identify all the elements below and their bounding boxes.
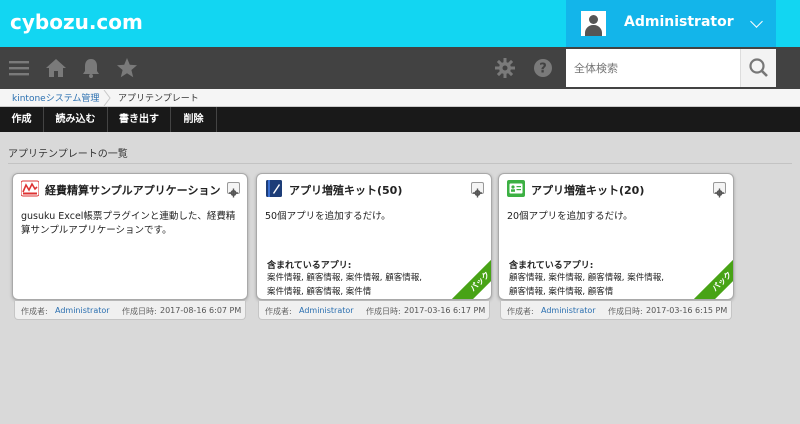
gear-icon bbox=[715, 188, 724, 198]
pack-ribbon: パック bbox=[693, 259, 733, 299]
cybozu-logo[interactable]: cybozu.com bbox=[10, 10, 143, 34]
header-right-strip bbox=[776, 0, 800, 47]
gear-icon[interactable] bbox=[494, 57, 516, 79]
menu-icon[interactable] bbox=[8, 57, 30, 79]
section-title: アプリテンプレートの一覧 bbox=[8, 149, 128, 160]
author-link[interactable]: Administrator bbox=[55, 306, 110, 315]
card-description: 20個アプリを追加するだけ。 bbox=[507, 211, 633, 222]
card-settings-button[interactable] bbox=[713, 182, 726, 198]
card-title[interactable]: アプリ増殖キット(20) bbox=[531, 182, 644, 198]
expense-app-icon bbox=[21, 180, 39, 197]
pack-label: パック bbox=[693, 259, 733, 299]
export-button[interactable]: 書き出す bbox=[108, 107, 171, 132]
card-footer: 作成者: Administrator 作成日時: 2017-03-16 6:15… bbox=[500, 301, 732, 320]
included-apps-list: 案件情報, 顧客情報, 案件情報, 顧客情報, 案件情報, 顧客情報, 案件情 bbox=[267, 273, 422, 297]
card-settings-button[interactable] bbox=[227, 182, 240, 198]
gear-icon bbox=[473, 188, 482, 198]
action-toolbar: 作成 読み込む 書き出す 削除 bbox=[0, 107, 800, 132]
card-description: 50個アプリを追加するだけ。 bbox=[265, 211, 391, 222]
template-card[interactable]: アプリ増殖キット(50) 50個アプリを追加するだけ。 含まれているアプリ: 案… bbox=[256, 173, 492, 300]
author-link[interactable]: Administrator bbox=[299, 306, 354, 315]
template-card[interactable]: アプリ増殖キット(20) 20個アプリを追加するだけ。 含まれているアプリ: 顧… bbox=[498, 173, 734, 300]
search-icon bbox=[749, 58, 768, 77]
global-search bbox=[566, 49, 776, 87]
help-icon[interactable]: ? bbox=[532, 57, 554, 79]
author-link[interactable]: Administrator bbox=[541, 306, 596, 315]
chevron-down-icon bbox=[750, 15, 763, 28]
date-label: 作成日時: bbox=[608, 307, 643, 316]
created-date: 2017-03-16 6:17 PM bbox=[404, 306, 486, 315]
search-input[interactable] bbox=[566, 49, 740, 87]
author-label: 作成者: bbox=[265, 307, 292, 316]
user-name: Administrator bbox=[624, 14, 734, 30]
author-label: 作成者: bbox=[507, 307, 534, 316]
card-footer: 作成者: Administrator 作成日時: 2017-03-16 6:17… bbox=[258, 301, 490, 320]
svg-text:?: ? bbox=[539, 62, 547, 77]
section-divider bbox=[8, 163, 792, 164]
pack-ribbon: パック bbox=[451, 259, 491, 299]
included-apps-heading: 含まれているアプリ: bbox=[267, 261, 352, 271]
notebook-app-icon bbox=[266, 180, 282, 197]
user-menu[interactable]: Administrator bbox=[566, 0, 776, 47]
date-label: 作成日時: bbox=[122, 307, 157, 316]
card-title[interactable]: 経費精算サンプルアプリケーション bbox=[45, 182, 220, 198]
card-description: gusuku Excel帳票プラグインと連動した、経費精算サンプルアプリケーショ… bbox=[21, 211, 236, 236]
author-label: 作成者: bbox=[21, 307, 48, 316]
pack-label: パック bbox=[451, 259, 491, 299]
card-settings-button[interactable] bbox=[471, 182, 484, 198]
import-button[interactable]: 読み込む bbox=[44, 107, 108, 132]
created-date: 2017-03-16 6:15 PM bbox=[646, 306, 728, 315]
contact-card-app-icon bbox=[507, 180, 525, 197]
home-icon[interactable] bbox=[45, 57, 67, 79]
card-footer: 作成者: Administrator 作成日時: 2017-08-16 6:07… bbox=[14, 301, 246, 320]
delete-button[interactable]: 削除 bbox=[171, 107, 217, 132]
breadcrumb-root-link[interactable]: kintoneシステム管理 bbox=[12, 91, 99, 104]
search-button[interactable] bbox=[740, 49, 776, 87]
included-apps-list: 顧客情報, 案件情報, 顧客情報, 案件情報, 顧客情報, 案件情報, 顧客情 bbox=[509, 273, 664, 297]
create-button[interactable]: 作成 bbox=[0, 107, 44, 132]
gear-icon bbox=[229, 188, 238, 198]
breadcrumb-separator-icon bbox=[103, 90, 111, 106]
breadcrumb: kintoneシステム管理 アプリテンプレート bbox=[0, 89, 800, 107]
date-label: 作成日時: bbox=[366, 307, 401, 316]
created-date: 2017-08-16 6:07 PM bbox=[160, 306, 242, 315]
included-apps-heading: 含まれているアプリ: bbox=[509, 261, 594, 271]
bell-icon[interactable] bbox=[80, 57, 102, 79]
user-avatar-icon bbox=[581, 11, 606, 36]
card-title[interactable]: アプリ増殖キット(50) bbox=[289, 182, 402, 198]
template-card[interactable]: 経費精算サンプルアプリケーション gusuku Excel帳票プラグインと連動し… bbox=[12, 173, 248, 300]
breadcrumb-current: アプリテンプレート bbox=[118, 94, 199, 104]
star-icon[interactable] bbox=[116, 57, 138, 79]
